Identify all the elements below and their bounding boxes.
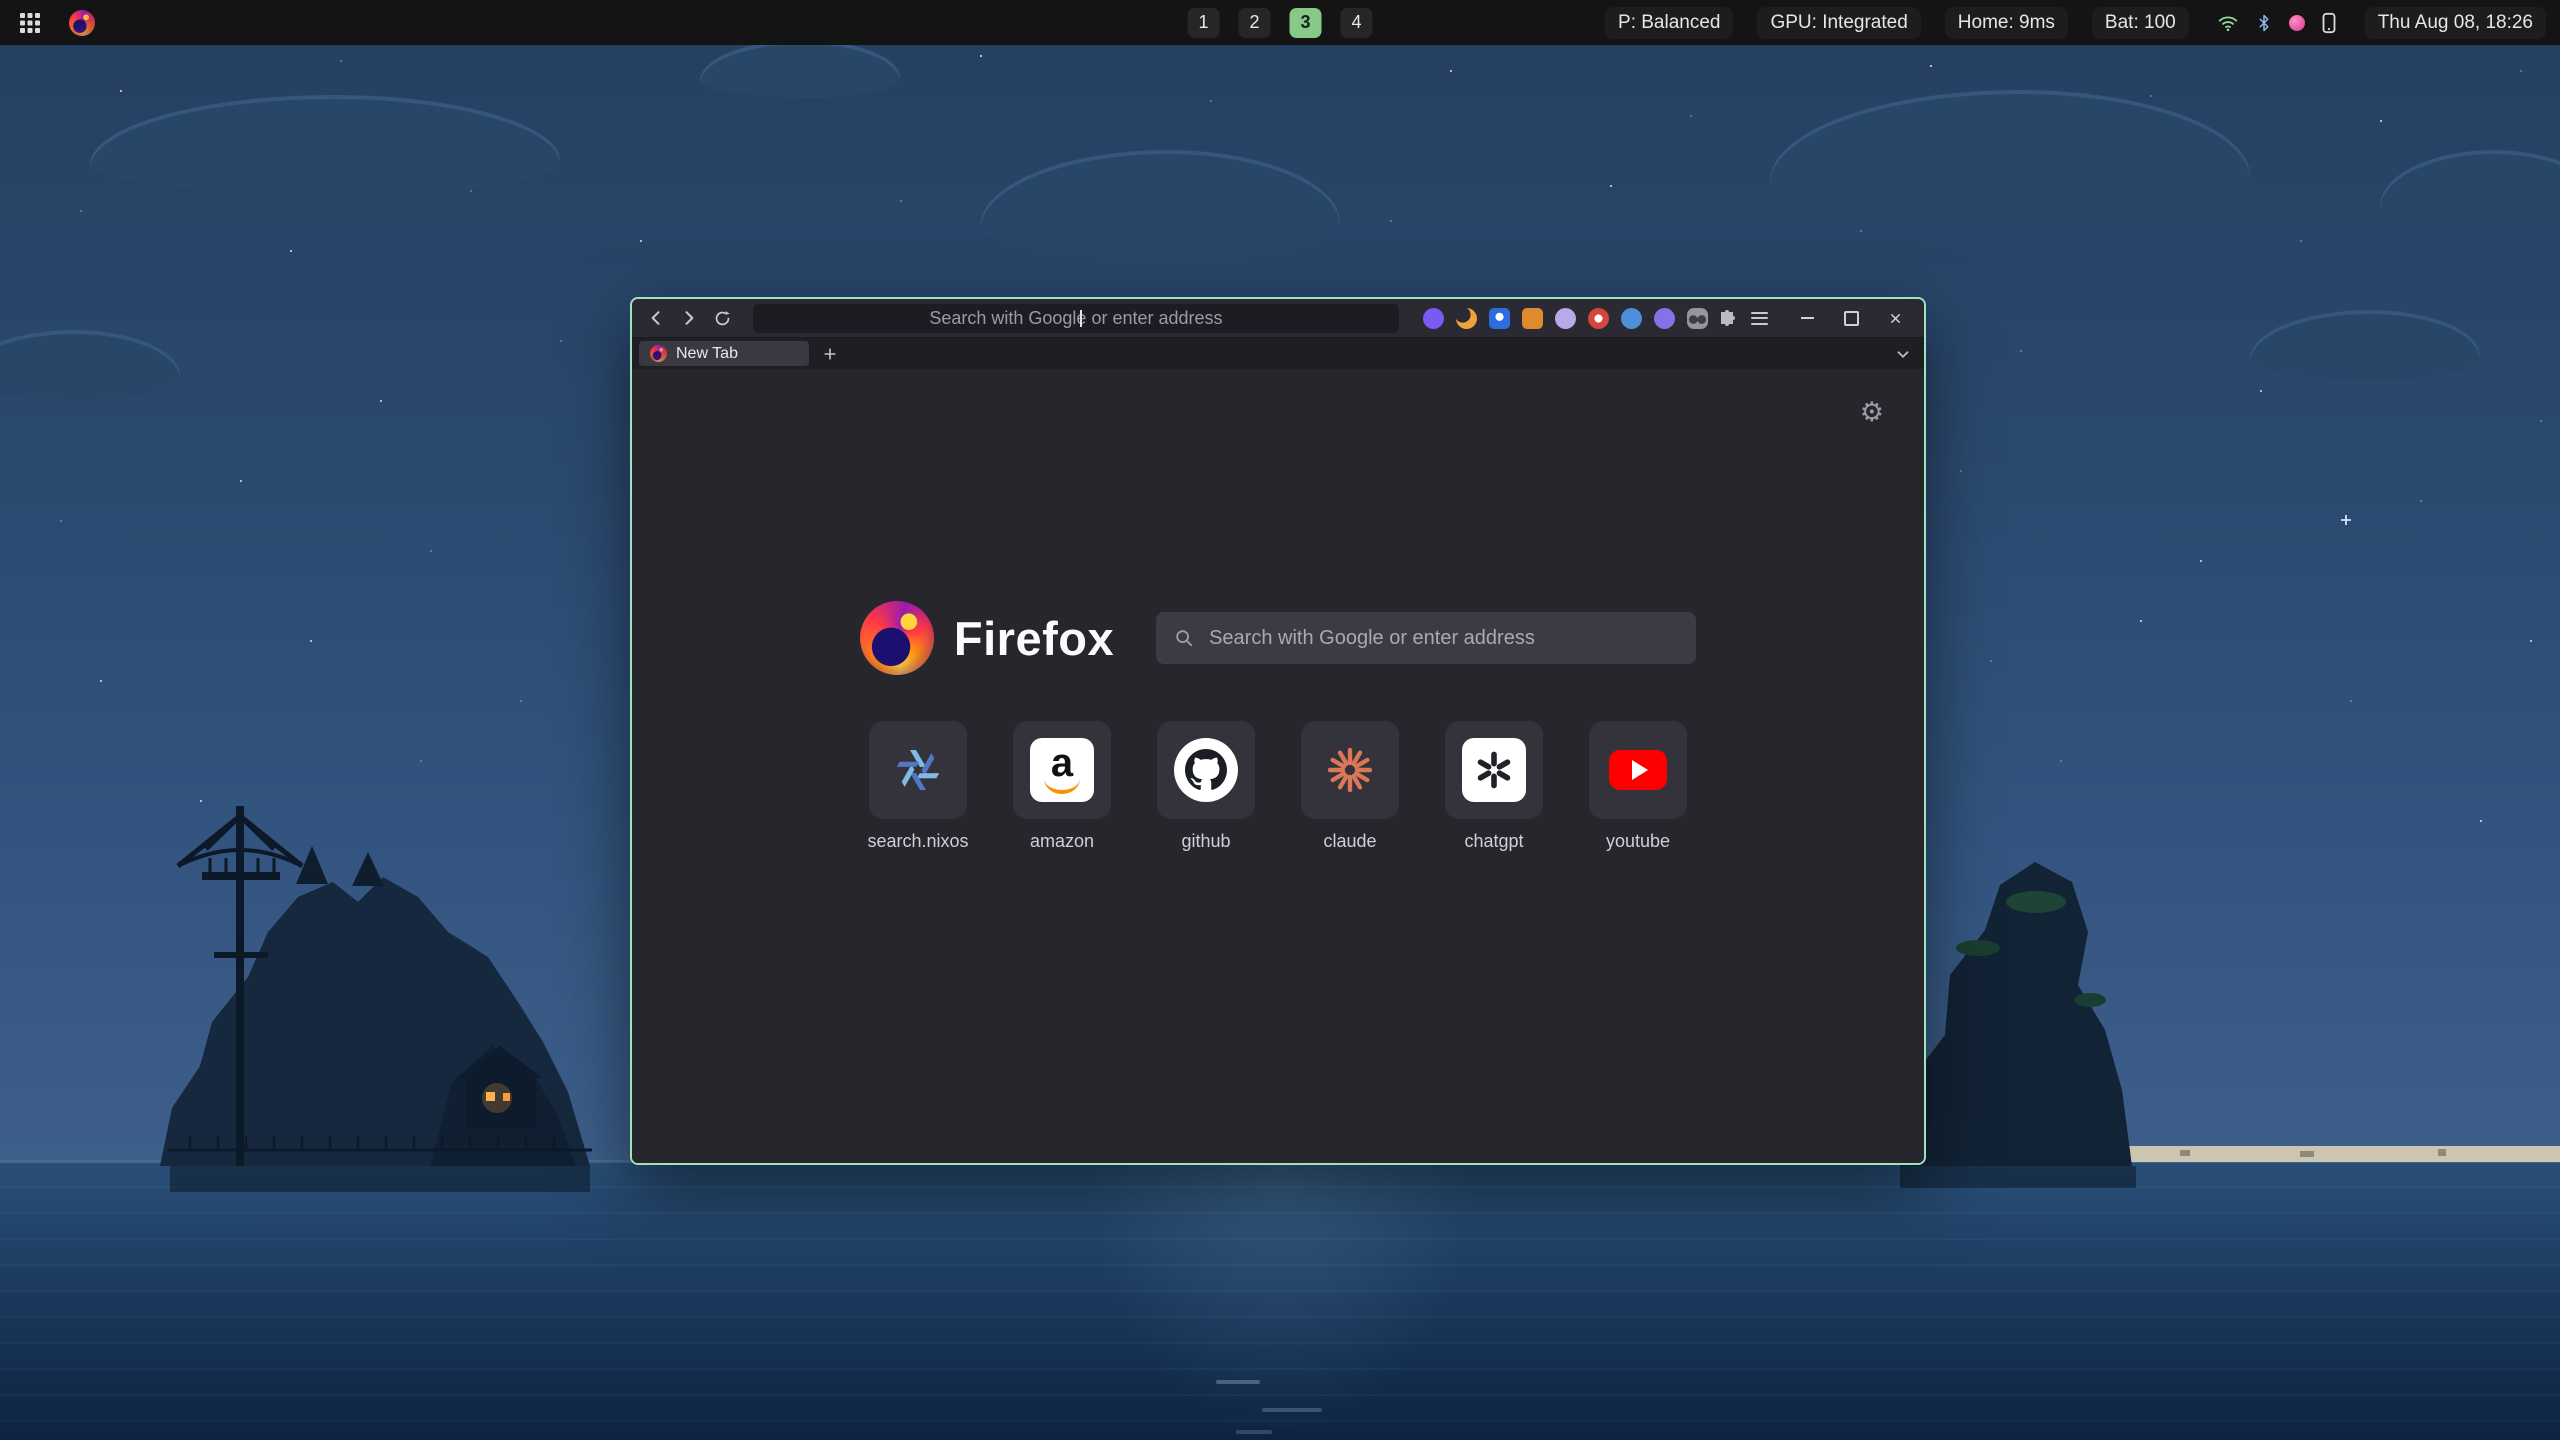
network-latency-status: Home: 9ms [1945, 7, 2068, 39]
workspace-switcher: 1 2 3 4 [1188, 0, 1373, 45]
extension-button-4[interactable] [1522, 308, 1543, 329]
tab-bar: New Tab [632, 338, 1924, 369]
extension-button-5[interactable] [1555, 308, 1576, 329]
tab-new-tab[interactable]: New Tab [639, 341, 809, 366]
top-bar: 1 2 3 4 P: Balanced GPU: Integrated Home… [0, 0, 2560, 45]
close-icon [1888, 311, 1903, 326]
firefox-favicon [650, 345, 667, 362]
settings-gear-button[interactable]: ⚙ [1860, 399, 1884, 426]
extension-button-9[interactable] [1687, 308, 1708, 329]
extension-buttons [1423, 308, 1708, 329]
close-button[interactable] [1880, 305, 1910, 331]
workspace-button-1[interactable]: 1 [1188, 8, 1220, 38]
phone-icon[interactable] [2321, 12, 2337, 34]
firefox-wordmark: Firefox [954, 611, 1114, 666]
bluetooth-icon[interactable] [2255, 13, 2273, 33]
shortcut-label: claude [1323, 831, 1376, 852]
shortcut-label: chatgpt [1464, 831, 1523, 852]
chatgpt-icon [1462, 738, 1526, 802]
tab-title: New Tab [676, 345, 738, 363]
shortcut-search-nixos[interactable]: search.nixos [858, 721, 978, 852]
maximize-button[interactable] [1836, 305, 1866, 331]
amazon-icon: a [1030, 738, 1094, 802]
workspace-button-3[interactable]: 3 [1290, 8, 1322, 38]
power-profile-status: P: Balanced [1605, 7, 1733, 39]
shortcut-label: search.nixos [867, 831, 968, 852]
chevron-down-icon [1894, 345, 1912, 363]
clock: Thu Aug 08, 18:26 [2365, 7, 2546, 39]
gpu-status: GPU: Integrated [1757, 7, 1920, 39]
maximize-icon [1844, 311, 1859, 326]
newtab-hero: Firefox [632, 601, 1924, 675]
shortcuts-grid: search.nixos a amazon [632, 721, 1924, 852]
hamburger-icon [1751, 312, 1768, 325]
plus-icon [822, 346, 838, 362]
reload-button[interactable] [708, 303, 737, 333]
window-controls [1792, 305, 1910, 331]
shortcut-claude[interactable]: claude [1290, 721, 1410, 852]
newtab-search-input[interactable] [1207, 626, 1678, 651]
extensions-menu-button[interactable] [1712, 303, 1741, 333]
github-icon [1174, 738, 1238, 802]
reload-icon [713, 309, 732, 328]
new-tab-page: ⚙ Firefox [632, 369, 1924, 1164]
puzzle-icon [1717, 308, 1737, 328]
firefox-launcher-button[interactable] [66, 7, 98, 39]
battery-status: Bat: 100 [2092, 7, 2189, 39]
youtube-icon [1609, 750, 1667, 790]
apps-grid-icon [19, 12, 41, 34]
address-input[interactable] [753, 307, 1400, 330]
extension-button-7[interactable] [1621, 308, 1642, 329]
navigation-toolbar [632, 299, 1924, 338]
firefox-icon [69, 10, 95, 36]
shortcut-youtube[interactable]: youtube [1578, 721, 1698, 852]
text-caret [1080, 310, 1082, 327]
minimize-button[interactable] [1792, 305, 1822, 331]
chevron-right-icon [679, 308, 699, 328]
shortcut-label: github [1181, 831, 1230, 852]
app-launcher-button[interactable] [14, 7, 46, 39]
shortcut-label: amazon [1030, 831, 1094, 852]
workspace-button-2[interactable]: 2 [1239, 8, 1271, 38]
wifi-icon[interactable] [2217, 12, 2239, 34]
firefox-logo [860, 601, 934, 675]
firefox-window: New Tab ⚙ Firefox [630, 297, 1926, 1165]
extension-button-8[interactable] [1654, 308, 1675, 329]
extension-button-6[interactable] [1588, 308, 1609, 329]
system-tray [2213, 12, 2341, 34]
claude-icon [1326, 746, 1374, 794]
extension-button-2[interactable] [1456, 308, 1477, 329]
address-bar[interactable] [753, 304, 1400, 333]
list-all-tabs-button[interactable] [1889, 341, 1917, 367]
shortcut-amazon[interactable]: a amazon [1002, 721, 1122, 852]
extension-button-3[interactable] [1489, 308, 1510, 329]
shortcut-chatgpt[interactable]: chatgpt [1434, 721, 1554, 852]
chevron-left-icon [646, 308, 666, 328]
extension-button-1[interactable] [1423, 308, 1444, 329]
indicator-dot-icon[interactable] [2289, 15, 2305, 31]
newtab-search-bar[interactable] [1156, 612, 1696, 664]
back-button[interactable] [642, 303, 671, 333]
shortcut-github[interactable]: github [1146, 721, 1266, 852]
new-tab-button[interactable] [817, 341, 843, 367]
nixos-icon [894, 746, 942, 794]
app-menu-button[interactable] [1745, 303, 1774, 333]
minimize-icon [1801, 317, 1814, 319]
shortcut-label: youtube [1606, 831, 1670, 852]
workspace-button-4[interactable]: 4 [1341, 8, 1373, 38]
search-icon [1174, 628, 1194, 648]
forward-button[interactable] [675, 303, 704, 333]
